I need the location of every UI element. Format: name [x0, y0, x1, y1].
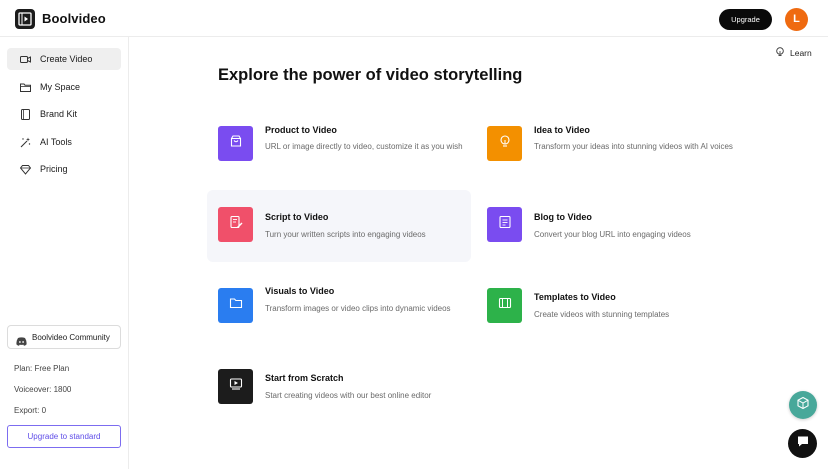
- card-title: Templates to Video: [534, 292, 616, 302]
- card-start-from-scratch[interactable]: Start from Scratch Start creating videos…: [207, 351, 471, 423]
- card-description: URL or image directly to video, customiz…: [265, 142, 463, 151]
- card-templates-to-video[interactable]: Templates to Video Create videos with st…: [476, 270, 740, 342]
- community-button[interactable]: Boolvideo Community: [7, 325, 121, 349]
- tile-blog: [487, 207, 522, 242]
- page-title: Explore the power of video storytelling: [218, 66, 523, 84]
- script-edit-icon: [229, 215, 243, 234]
- card-title: Start from Scratch: [265, 373, 344, 383]
- card-title: Visuals to Video: [265, 286, 335, 296]
- sidebar-item-pricing[interactable]: Pricing: [7, 158, 121, 180]
- sidebar-item-label: Pricing: [40, 164, 68, 174]
- diamond-icon: [20, 164, 31, 175]
- folder-icon: [20, 82, 31, 93]
- sidebar-item-ai-tools[interactable]: AI Tools: [7, 131, 121, 153]
- sidebar-item-label: AI Tools: [40, 137, 72, 147]
- video-camera-icon: [20, 54, 31, 65]
- lightbulb-icon: [498, 134, 512, 153]
- card-title: Blog to Video: [534, 212, 592, 222]
- template-icon: [498, 296, 512, 315]
- sidebar-item-create-video[interactable]: Create Video: [7, 48, 121, 70]
- export-text: Export: 0: [14, 406, 47, 415]
- sidebar-item-label: My Space: [40, 82, 81, 92]
- card-title: Script to Video: [265, 212, 329, 222]
- learn-label: Learn: [790, 48, 812, 58]
- sidebar-item-label: Create Video: [40, 54, 93, 64]
- tile-idea: [487, 126, 522, 161]
- card-description: Transform your ideas into stunning video…: [534, 142, 733, 151]
- card-description: Turn your written scripts into engaging …: [265, 230, 426, 239]
- cube-icon: [796, 396, 810, 415]
- magic-wand-icon: [20, 137, 31, 148]
- tile-visuals: [218, 288, 253, 323]
- community-label: Boolvideo Community: [32, 332, 110, 342]
- editor-monitor-icon: [229, 377, 243, 396]
- brand-name[interactable]: Boolvideo: [42, 11, 106, 26]
- lightbulb-icon: [775, 44, 785, 62]
- avatar[interactable]: L: [785, 8, 808, 31]
- card-description: Start creating videos with our best onli…: [265, 391, 432, 400]
- plan-text: Plan: Free Plan: [14, 364, 70, 373]
- card-idea-to-video[interactable]: Idea to Video Transform your ideas into …: [476, 108, 740, 180]
- card-title: Product to Video: [265, 125, 337, 135]
- card-blog-to-video[interactable]: Blog to Video Convert your blog URL into…: [476, 190, 740, 262]
- folder-icon: [229, 296, 243, 315]
- boolvideo-logo[interactable]: [15, 9, 35, 29]
- card-title: Idea to Video: [534, 125, 590, 135]
- top-bar: Boolvideo Upgrade L: [0, 0, 828, 37]
- sidebar-item-my-space[interactable]: My Space: [7, 76, 121, 98]
- upgrade-button[interactable]: Upgrade: [719, 9, 772, 30]
- shopping-bag-icon: [229, 134, 243, 153]
- tile-scratch: [218, 369, 253, 404]
- upgrade-to-standard-button[interactable]: Upgrade to standard: [7, 425, 121, 448]
- learn-link[interactable]: Learn: [775, 44, 812, 62]
- sidebar: Create Video My Space Brand Kit AI Tools…: [0, 37, 129, 469]
- tile-product: [218, 126, 253, 161]
- help-widget-button[interactable]: [789, 391, 817, 419]
- tile-script: [218, 207, 253, 242]
- book-icon: [20, 108, 31, 120]
- card-product-to-video[interactable]: Product to Video URL or image directly t…: [207, 108, 471, 180]
- sidebar-item-label: Brand Kit: [40, 109, 78, 119]
- chat-bubble-icon: [796, 434, 810, 453]
- tile-templates: [487, 288, 522, 323]
- document-icon: [498, 215, 512, 234]
- card-description: Create videos with stunning templates: [534, 310, 670, 319]
- chat-widget-button[interactable]: [788, 429, 817, 458]
- discord-icon: [16, 333, 27, 346]
- card-description: Convert your blog URL into engaging vide…: [534, 230, 691, 239]
- card-script-to-video[interactable]: Script to Video Turn your written script…: [207, 190, 471, 262]
- voiceover-text: Voiceover: 1800: [14, 385, 72, 394]
- card-description: Transform images or video clips into dyn…: [265, 304, 451, 313]
- sidebar-item-brand-kit[interactable]: Brand Kit: [7, 103, 121, 125]
- card-visuals-to-video[interactable]: Visuals to Video Transform images or vid…: [207, 270, 471, 342]
